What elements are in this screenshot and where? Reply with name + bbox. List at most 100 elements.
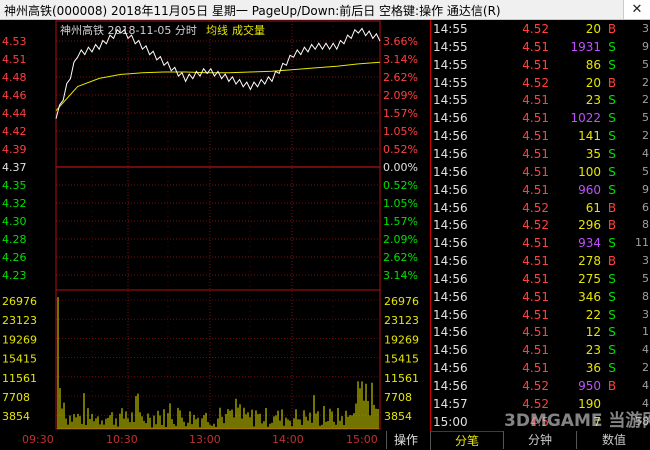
tick-volume: 960: [578, 182, 601, 197]
tick-time: 14:56: [433, 325, 468, 340]
tick-count: 6: [642, 200, 649, 214]
tick-row[interactable]: 14:56 4.51 1022 S 5: [431, 109, 650, 127]
volume-axis-label: 11561: [384, 372, 419, 385]
tick-price: 4.51: [522, 236, 549, 251]
tick-direction: S: [608, 93, 616, 108]
tick-direction: B: [607, 200, 617, 215]
tick-row[interactable]: 14:56 4.52 296 B 8: [431, 216, 650, 234]
tick-row[interactable]: 14:56 4.51 12 S 1: [431, 323, 650, 341]
tab-fenbi[interactable]: 分笔: [430, 431, 503, 450]
percent-axis-label: 1.57%: [383, 107, 418, 120]
tick-row[interactable]: 14:56 4.52 61 B 6: [431, 199, 650, 217]
tick-price: 4.51: [522, 361, 549, 376]
chart-svg: 4.53 3.66% 4.51 3.14% 4.48 2.62% 4.46 2.09% 4.44…: [2, 20, 419, 430]
tick-time: 14:55: [433, 57, 468, 72]
tick-price: 4.51: [522, 146, 549, 161]
volume-axis-label: 3854: [2, 410, 30, 423]
tick-count: 9: [642, 39, 649, 53]
tick-count: 4: [642, 379, 649, 392]
tick-count: 5: [642, 164, 649, 178]
tick-count: 8: [642, 289, 649, 303]
tick-count: 9: [642, 182, 649, 196]
tick-row[interactable]: 14:55 4.51 1931 S 9: [431, 38, 650, 56]
tick-volume: 141: [578, 129, 601, 144]
tick-row[interactable]: 14:56 4.52 950 B 4: [431, 377, 650, 395]
legend-volume: 成交量: [232, 23, 265, 37]
tick-row[interactable]: 14:56 4.51 100 S 5: [431, 163, 650, 181]
tick-count: 3: [642, 307, 649, 321]
tick-row[interactable]: 14:56 4.51 275 S 5: [431, 270, 650, 288]
volume-axis-label: 15415: [384, 353, 419, 366]
tick-time: 14:56: [433, 254, 468, 269]
tick-row[interactable]: 14:56 4.51 141 S 2: [431, 127, 650, 145]
tick-volume: 346: [578, 289, 601, 304]
tick-price: 4.52: [522, 218, 549, 233]
volume-axis-label: 7708: [2, 391, 30, 404]
tick-row[interactable]: 14:56 4.51 278 B 3: [431, 252, 650, 270]
tick-price: 4.52: [522, 22, 549, 36]
tick-row[interactable]: 14:55 4.52 20 B 3: [431, 20, 650, 38]
tick-volume: 36: [585, 361, 601, 376]
tab-shuju[interactable]: 数值: [576, 431, 650, 449]
percent-axis-label: 3.66%: [383, 35, 418, 48]
tick-direction: S: [608, 361, 616, 376]
price-axis-label: 4.53: [2, 35, 27, 48]
tick-row[interactable]: 14:56 4.51 934 S 11: [431, 234, 650, 252]
close-button[interactable]: ✕: [623, 0, 650, 19]
tick-count: 3: [642, 254, 649, 268]
tick-list[interactable]: 14:55 4.52 20 B 3 14:55 4.51 1931 S 9 14:55 4.51 86 S…: [430, 20, 650, 431]
tick-volume: 86: [585, 57, 601, 72]
tick-row[interactable]: 14:55 4.52 20 B 2: [431, 74, 650, 92]
tick-time: 14:56: [433, 379, 468, 393]
tick-row[interactable]: 14:56 4.51 960 S 9: [431, 181, 650, 199]
tick-price: 4.51: [522, 254, 549, 269]
tick-direction: B: [607, 22, 617, 36]
time-label: 15:00: [346, 433, 378, 446]
tick-price: 4.51: [522, 343, 549, 358]
price-axis-label: 4.51: [2, 53, 27, 66]
time-label: 10:30: [106, 433, 138, 446]
tick-volume: 296: [578, 218, 601, 233]
volume-axis-label: 19269: [384, 333, 419, 346]
tick-count: 3: [642, 22, 649, 35]
tick-direction: B: [607, 218, 617, 233]
tick-volume: 61: [585, 200, 601, 215]
intraday-chart[interactable]: 4.53 3.66% 4.51 3.14% 4.48 2.62% 4.46 2.09% 4.44…: [0, 20, 425, 431]
tick-volume: 278: [578, 254, 601, 269]
price-axis-label: 4.23: [2, 269, 27, 282]
tab-fenzhong[interactable]: 分钟: [503, 431, 576, 449]
tick-time: 14:56: [433, 218, 468, 233]
percent-axis-label: 0.00%: [383, 161, 418, 174]
tick-row[interactable]: 14:56 4.51 23 S 4: [431, 341, 650, 359]
tick-price: 4.52: [522, 379, 549, 393]
tick-time: 14:56: [433, 271, 468, 286]
tick-time: 14:57: [433, 396, 468, 411]
tick-row[interactable]: 14:55 4.51 23 S 2: [431, 91, 650, 109]
tick-row[interactable]: 14:56 4.51 22 S 3: [431, 306, 650, 324]
tick-direction: S: [608, 111, 616, 126]
tick-row[interactable]: 14:56 4.51 36 S 2: [431, 359, 650, 377]
tick-row[interactable]: 14:55 4.51 86 S 5: [431, 56, 650, 74]
volume-axis-label: 3854: [384, 410, 412, 423]
tick-price: 4.51: [522, 307, 549, 322]
tick-row[interactable]: 14:56 4.51 346 S 8: [431, 288, 650, 306]
tick-count: 4: [642, 146, 649, 160]
tick-row[interactable]: 14:56 4.51 35 S 4: [431, 145, 650, 163]
tick-volume: 100: [578, 164, 601, 179]
price-axis-label: 4.32: [2, 197, 27, 210]
price-axis-label: 4.46: [2, 89, 27, 102]
tick-price: 4.51: [522, 289, 549, 304]
percent-axis-label: 0.52%: [383, 143, 418, 156]
tick-direction: B: [607, 379, 617, 393]
tick-direction: B: [607, 254, 617, 269]
tick-direction: S: [608, 39, 616, 54]
operate-button[interactable]: 操作: [386, 431, 425, 449]
title-bar: 神州高铁(000008) 2018年11月05日 星期一 PageUp/Down…: [0, 0, 650, 20]
tick-time: 14:56: [433, 164, 468, 179]
tick-direction: S: [608, 343, 616, 358]
tick-time: 14:56: [433, 111, 468, 126]
price-line: [55, 27, 381, 119]
tick-time: 14:56: [433, 146, 468, 161]
tick-volume: 934: [578, 236, 601, 251]
tick-price: 4.51: [522, 164, 549, 179]
